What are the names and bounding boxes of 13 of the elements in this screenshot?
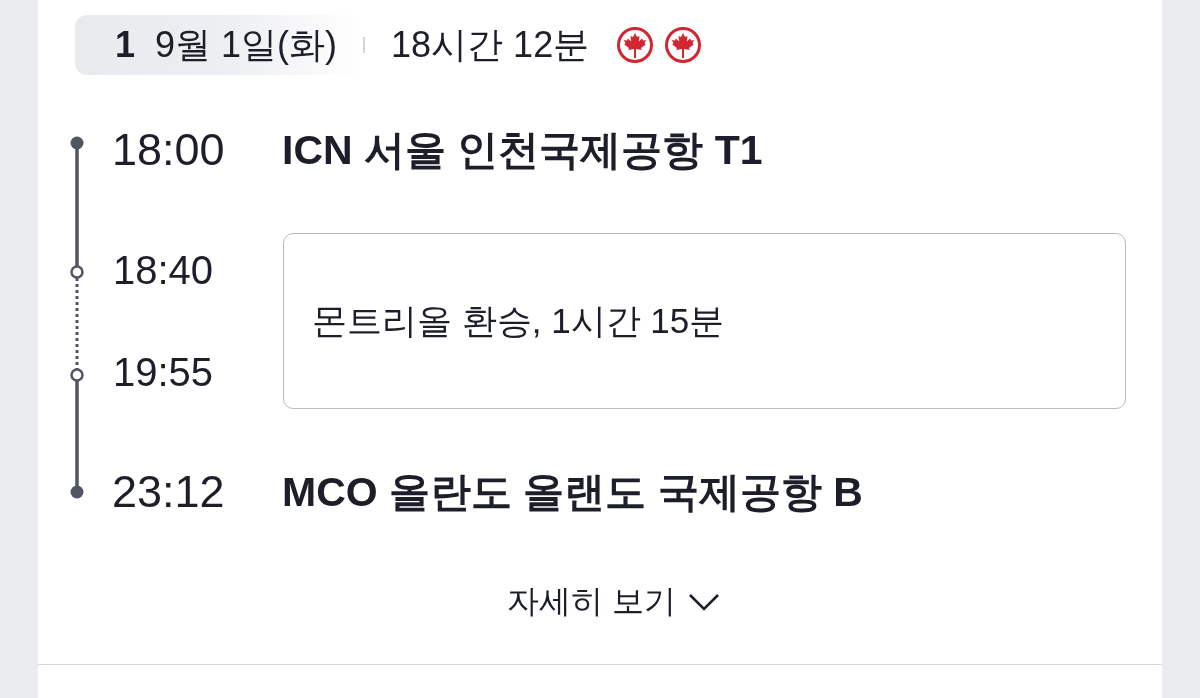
layover-arrival-time: 18:40 bbox=[113, 248, 215, 292]
layover-info: 몬트리올 환승, 1시간 15분 bbox=[312, 299, 725, 342]
segment-date: 9월 1일(화) bbox=[155, 22, 338, 67]
maple-leaf-icon bbox=[617, 27, 654, 63]
departure-airport: ICN 서울 인천국제공항 T1 bbox=[282, 125, 763, 175]
layover-departure-time: 19:55 bbox=[113, 350, 215, 394]
chevron-down-icon bbox=[687, 593, 720, 611]
arrival-time: 23:12 bbox=[111, 467, 226, 517]
departure-time: 18:00 bbox=[111, 125, 226, 175]
maple-leaf-icon bbox=[665, 27, 702, 63]
flight-duration: 18시간 12분 bbox=[391, 22, 590, 67]
arrival-airport: MCO 올란도 올랜도 국제공항 B bbox=[282, 467, 863, 517]
segment-number: 1 bbox=[115, 24, 136, 66]
